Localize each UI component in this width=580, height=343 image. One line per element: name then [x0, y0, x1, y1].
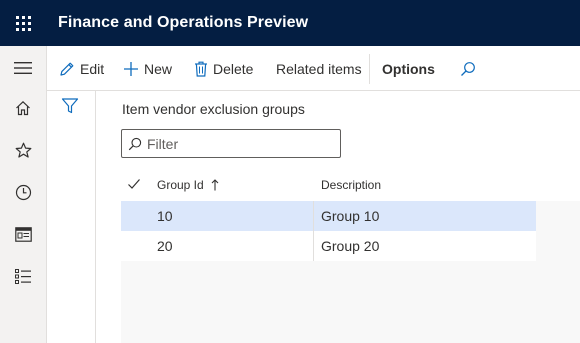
table-row[interactable]: 20 Group 20: [121, 231, 536, 261]
column-divider: [313, 201, 314, 231]
nav-modules[interactable]: [0, 258, 46, 294]
cell-description[interactable]: Group 20: [321, 231, 379, 261]
edit-label: Edit: [80, 60, 105, 77]
new-label: New: [144, 60, 173, 77]
edit-icon: [60, 62, 74, 76]
add-icon: [124, 61, 138, 76]
cell-group-id[interactable]: 20: [157, 231, 173, 261]
data-grid: Group Id Description 10 Group 10 20 Grou…: [121, 169, 580, 343]
options-label: Options: [382, 60, 435, 77]
delete-button[interactable]: Delete: [194, 46, 253, 91]
table-row[interactable]: 10 Group 10: [121, 201, 536, 231]
clock-icon: [15, 184, 31, 200]
left-nav: [0, 46, 47, 343]
action-pane: Edit New Delete Related items Options: [47, 46, 580, 91]
app-launcher-button[interactable]: [0, 0, 46, 46]
top-bar: Finance and Operations Preview: [0, 0, 580, 46]
workspace-icon: [14, 226, 32, 242]
delete-label: Delete: [213, 60, 254, 77]
main-content: Item vendor exclusion groups Group Id De…: [97, 91, 580, 343]
options-tab[interactable]: Options: [382, 46, 435, 91]
filter-field[interactable]: [121, 129, 341, 158]
filter-pane-column: [47, 91, 96, 343]
column-divider: [313, 231, 314, 261]
search-icon: [461, 61, 475, 76]
select-all-checkbox[interactable]: [127, 177, 141, 196]
list-icon: [15, 268, 31, 284]
home-icon: [16, 100, 30, 116]
related-items-button[interactable]: Related items: [276, 46, 362, 91]
cell-group-id[interactable]: 10: [157, 201, 173, 231]
nav-workspaces[interactable]: [0, 216, 46, 252]
trash-icon: [195, 61, 207, 77]
checkmark-icon: [128, 179, 140, 189]
waffle-icon: [15, 15, 31, 31]
column-header-label: Group Id: [157, 178, 204, 192]
related-items-label: Related items: [276, 60, 362, 77]
app-title: Finance and Operations Preview: [58, 14, 309, 31]
column-header-description[interactable]: Description: [321, 169, 381, 201]
edit-button[interactable]: Edit: [59, 46, 104, 91]
hamburger-icon: [14, 62, 32, 74]
nav-favorites[interactable]: [0, 132, 46, 168]
search-icon: [128, 137, 142, 150]
sort-ascending-icon: [211, 179, 219, 191]
action-pane-divider: [369, 54, 370, 84]
column-header-label: Description: [321, 178, 382, 192]
search-button[interactable]: [460, 46, 481, 91]
filter-pane-toggle[interactable]: [61, 97, 81, 117]
nav-recent[interactable]: [0, 174, 46, 210]
funnel-icon: [61, 98, 79, 114]
cell-description[interactable]: Group 10: [321, 201, 379, 231]
page-title: Item vendor exclusion groups: [122, 101, 305, 117]
column-header-group-id[interactable]: Group Id: [157, 169, 219, 201]
new-button[interactable]: New: [123, 46, 172, 91]
nav-menu-button[interactable]: [0, 50, 46, 86]
nav-home[interactable]: [0, 90, 46, 126]
grid-header: Group Id Description: [121, 169, 580, 201]
star-icon: [15, 142, 31, 158]
filter-input[interactable]: [147, 135, 327, 152]
